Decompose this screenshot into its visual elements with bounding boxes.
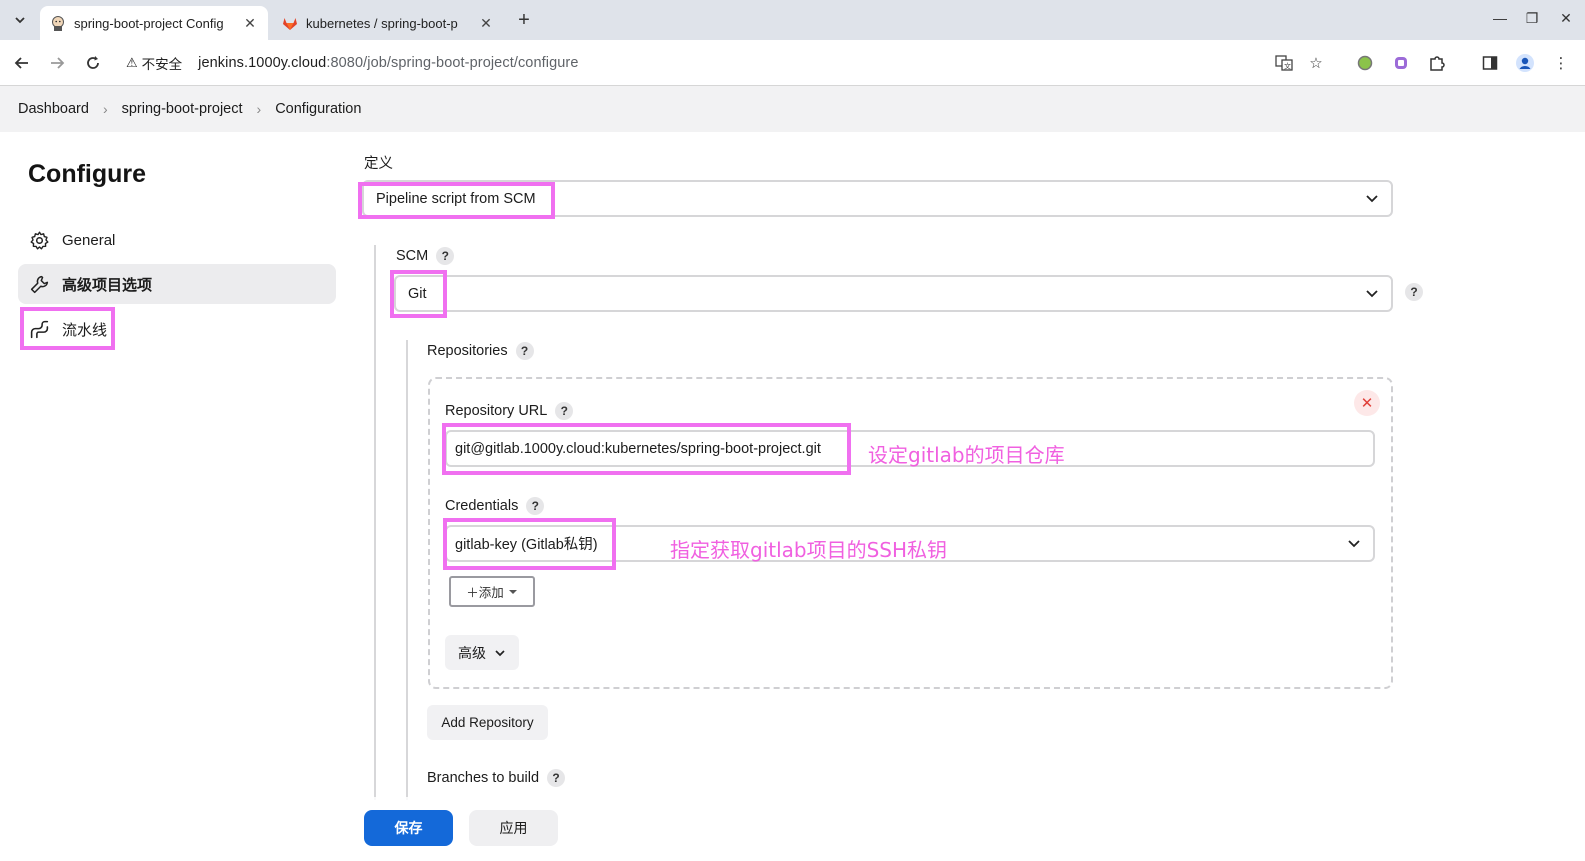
chevron-right-icon: › (102, 101, 108, 117)
advanced-button[interactable]: 高级 (445, 635, 519, 670)
extensions-puzzle-icon[interactable] (1427, 53, 1447, 73)
url-input[interactable]: ⚠ 不安全 jenkins.1000y.cloud:8080/job/sprin… (116, 46, 1341, 80)
delete-repository-icon[interactable]: ✕ (1354, 390, 1380, 416)
save-button[interactable]: 保存 (364, 810, 453, 846)
scm-help-icon[interactable]: ? (1405, 283, 1423, 301)
chevron-down-icon (1348, 540, 1360, 548)
page-title: Configure (28, 160, 147, 188)
breadcrumb-configuration[interactable]: Configuration (275, 101, 361, 117)
repositories-label: Repositories? (427, 342, 534, 360)
annotation-repo: 设定gitlab的项目仓库 (868, 443, 1065, 467)
section-indent-line (406, 340, 408, 800)
sidebar-item-label: 流水线 (62, 321, 108, 339)
sidebar-item-general[interactable]: General (18, 220, 336, 260)
section-indent-line (374, 245, 376, 800)
pipeline-icon (28, 318, 50, 340)
annotation-credentials: 指定获取gitlab项目的SSH私钥 (670, 538, 948, 562)
url-text: jenkins.1000y.cloud:8080/job/spring-boot… (198, 55, 579, 71)
browser-menu-icon[interactable]: ⋮ (1551, 53, 1571, 73)
chevron-down-icon (1366, 195, 1378, 203)
tab-search-dropdown-icon[interactable] (8, 8, 32, 32)
wrench-icon (28, 273, 50, 295)
gitlab-icon (282, 15, 298, 31)
help-icon[interactable]: ? (547, 769, 566, 787)
branches-label: Branches to build? (427, 769, 566, 787)
close-tab-icon[interactable]: ✕ (242, 15, 258, 32)
credentials-value: gitlab-key (Gitlab私钥) (455, 537, 598, 553)
definition-select[interactable]: Pipeline script from SCM (362, 180, 1393, 217)
new-tab-icon[interactable]: + (512, 9, 536, 31)
close-window-icon[interactable]: ✕ (1556, 10, 1576, 27)
caret-down-icon (508, 589, 517, 594)
minimize-icon[interactable]: — (1490, 10, 1510, 26)
repo-url-label: Repository URL? (445, 402, 574, 420)
sidebar-item-pipeline[interactable]: 流水线 (18, 309, 336, 349)
tab-gitlab[interactable]: kubernetes / spring-boot-p ✕ (272, 6, 504, 40)
tab-jenkins-config[interactable]: spring-boot-project Config ✕ (40, 6, 268, 40)
close-tab-icon[interactable]: ✕ (478, 15, 494, 32)
repo-url-value: git@gitlab.1000y.cloud:kubernetes/spring… (455, 440, 821, 457)
security-label: 不安全 (141, 57, 183, 72)
help-icon[interactable]: ? (555, 402, 574, 420)
definition-label: 定义 (364, 156, 393, 172)
scm-value: Git (408, 285, 427, 302)
help-icon[interactable]: ? (515, 342, 534, 360)
apply-button[interactable]: 应用 (469, 810, 558, 846)
restore-icon[interactable]: ❐ (1522, 10, 1542, 27)
browser-tab-bar: spring-boot-project Config ✕ kubernetes … (0, 0, 1585, 40)
forward-icon[interactable] (44, 50, 70, 76)
scm-select[interactable]: Git (394, 275, 1393, 312)
extension-circle-icon[interactable] (1355, 53, 1375, 73)
credentials-label: Credentials? (445, 497, 545, 515)
tab-title: kubernetes / spring-boot-p (306, 15, 458, 31)
svg-text:文: 文 (1284, 62, 1291, 71)
add-credentials-button[interactable]: ＋添加 (449, 576, 535, 607)
definition-value: Pipeline script from SCM (376, 190, 536, 207)
profile-avatar-icon[interactable] (1515, 53, 1535, 73)
help-icon[interactable]: ? (526, 497, 545, 515)
side-panel-icon[interactable] (1480, 53, 1500, 73)
gear-icon (28, 229, 50, 251)
sidebar-item-label: General (62, 231, 116, 249)
help-icon[interactable]: ? (436, 247, 455, 265)
sidebar-item-label: 高级项目选项 (62, 276, 153, 294)
breadcrumb: Dashboard › spring-boot-project › Config… (0, 86, 1585, 132)
address-bar: ⚠ 不安全 jenkins.1000y.cloud:8080/job/sprin… (0, 40, 1585, 86)
warning-icon: ⚠ (126, 55, 138, 70)
tab-title: spring-boot-project Config (74, 15, 224, 31)
chevron-down-icon (1366, 290, 1378, 298)
security-warning[interactable]: ⚠ 不安全 (126, 53, 182, 73)
breadcrumb-project[interactable]: spring-boot-project (122, 101, 243, 117)
sidebar-item-advanced[interactable]: 高级项目选项 (18, 264, 336, 304)
breadcrumb-dashboard[interactable]: Dashboard (18, 101, 89, 117)
extension-purple-icon[interactable] (1391, 53, 1411, 73)
chevron-right-icon: › (256, 101, 262, 117)
scm-label: SCM? (396, 247, 455, 265)
back-icon[interactable] (9, 50, 35, 76)
add-repository-button[interactable]: Add Repository (427, 705, 548, 740)
reload-icon[interactable] (80, 50, 106, 76)
translate-icon[interactable]: 文 (1274, 53, 1294, 73)
jenkins-icon (50, 15, 66, 31)
chevron-down-icon (495, 649, 505, 656)
bookmark-star-icon[interactable]: ☆ (1306, 53, 1326, 73)
